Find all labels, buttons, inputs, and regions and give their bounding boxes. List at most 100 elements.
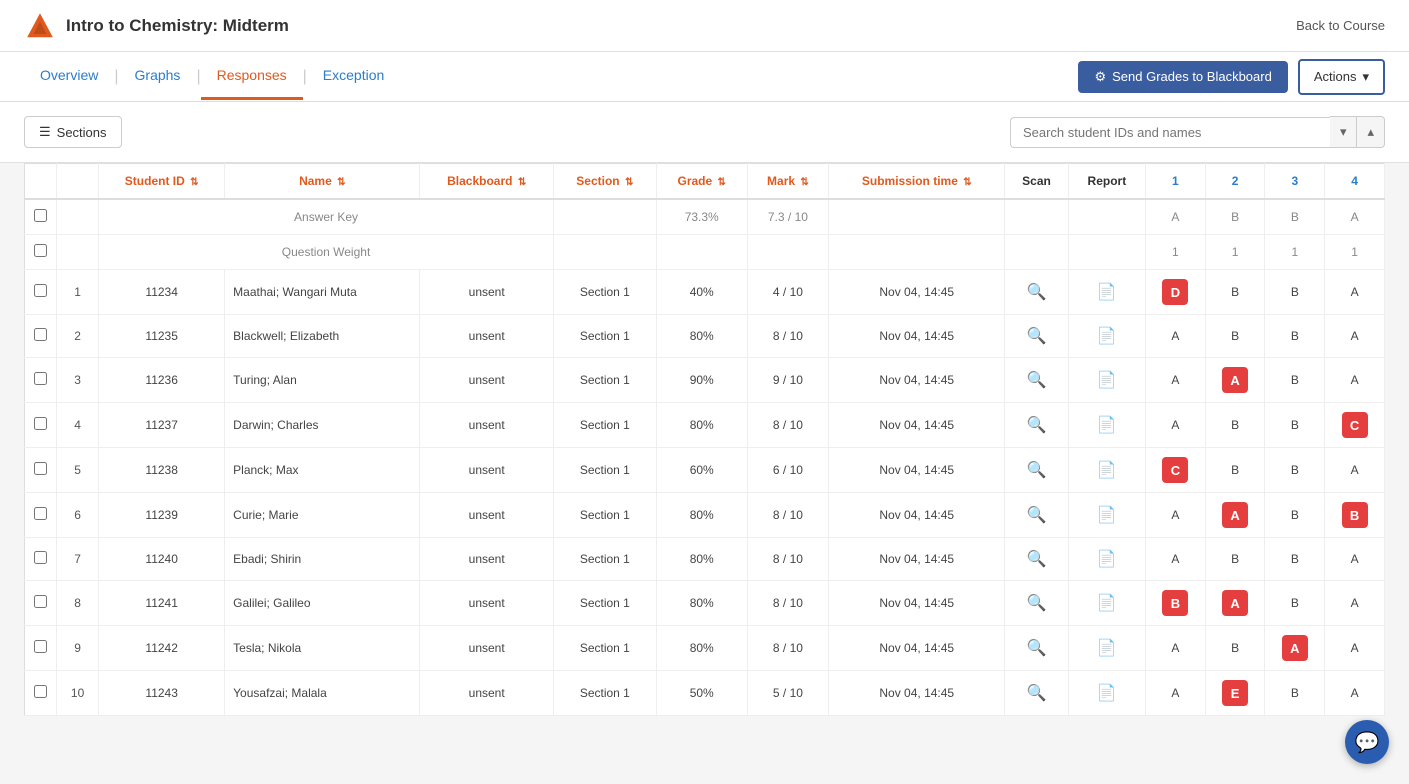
row-grade: 80% xyxy=(656,538,747,581)
chat-widget-button[interactable]: 💬 xyxy=(1345,720,1389,764)
grade-cell: B xyxy=(1231,552,1239,566)
report-button[interactable]: 📄 xyxy=(1093,636,1121,660)
search-clear-button[interactable]: ▴ xyxy=(1357,116,1385,148)
sort-icon: ⇅ xyxy=(718,177,726,188)
scan-button[interactable]: 🔍 xyxy=(1023,413,1051,437)
scan-button[interactable]: 🔍 xyxy=(1023,324,1051,348)
row-checkbox[interactable] xyxy=(34,328,47,341)
row-report[interactable]: 📄 xyxy=(1068,448,1145,493)
header-name[interactable]: Name ⇅ xyxy=(225,164,420,200)
row-checkbox[interactable] xyxy=(34,372,47,385)
actions-dropdown-button[interactable]: Actions ▾ xyxy=(1298,59,1385,95)
tab-graphs[interactable]: Graphs xyxy=(119,53,197,100)
row-scan[interactable]: 🔍 xyxy=(1005,626,1068,671)
grade-cell-highlight: A xyxy=(1222,367,1248,393)
scan-button[interactable]: 🔍 xyxy=(1023,368,1051,392)
row-scan[interactable]: 🔍 xyxy=(1005,403,1068,448)
row-q1: A xyxy=(1146,358,1206,403)
row-report[interactable]: 📄 xyxy=(1068,538,1145,581)
header-section[interactable]: Section ⇅ xyxy=(553,164,656,200)
header-checkbox-cell xyxy=(25,164,57,200)
sections-button[interactable]: ☰ Sections xyxy=(24,116,122,148)
table-row: 5 11238 Planck; Max unsent Section 1 60%… xyxy=(25,448,1385,493)
row-q4: A xyxy=(1325,448,1385,493)
row-student-id: 11237 xyxy=(99,403,225,448)
row-report[interactable]: 📄 xyxy=(1068,358,1145,403)
grade-cell: B xyxy=(1231,285,1239,299)
back-to-course-link[interactable]: Back to Course xyxy=(1296,18,1385,33)
row-q3: B xyxy=(1265,358,1325,403)
send-grades-button[interactable]: ⚙ Send Grades to Blackboard xyxy=(1078,61,1287,93)
grade-cell: B xyxy=(1291,552,1299,566)
scan-button[interactable]: 🔍 xyxy=(1023,503,1051,527)
row-q4: B xyxy=(1325,493,1385,538)
header-q4: 4 xyxy=(1325,164,1385,200)
row-blackboard: unsent xyxy=(420,358,553,403)
report-button[interactable]: 📄 xyxy=(1093,368,1121,392)
header-mark[interactable]: Mark ⇅ xyxy=(747,164,829,200)
question-weight-checkbox[interactable] xyxy=(34,244,47,257)
search-input[interactable] xyxy=(1010,117,1330,148)
row-report[interactable]: 📄 xyxy=(1068,403,1145,448)
row-checkbox[interactable] xyxy=(34,417,47,430)
row-name: Tesla; Nikola xyxy=(225,626,420,671)
scan-button[interactable]: 🔍 xyxy=(1023,547,1051,571)
row-scan[interactable]: 🔍 xyxy=(1005,671,1068,716)
report-button[interactable]: 📄 xyxy=(1093,681,1121,705)
answer-key-q2: B xyxy=(1205,199,1265,235)
row-report[interactable]: 📄 xyxy=(1068,671,1145,716)
header-grade[interactable]: Grade ⇅ xyxy=(656,164,747,200)
row-report[interactable]: 📄 xyxy=(1068,270,1145,315)
row-num: 4 xyxy=(57,403,99,448)
row-scan[interactable]: 🔍 xyxy=(1005,581,1068,626)
report-button[interactable]: 📄 xyxy=(1093,591,1121,615)
row-checkbox[interactable] xyxy=(34,284,47,297)
row-report[interactable]: 📄 xyxy=(1068,626,1145,671)
row-scan[interactable]: 🔍 xyxy=(1005,493,1068,538)
report-button[interactable]: 📄 xyxy=(1093,458,1121,482)
row-mark: 8 / 10 xyxy=(747,538,829,581)
row-blackboard: unsent xyxy=(420,315,553,358)
report-button[interactable]: 📄 xyxy=(1093,324,1121,348)
report-button[interactable]: 📄 xyxy=(1093,503,1121,527)
scan-button[interactable]: 🔍 xyxy=(1023,591,1051,615)
row-scan[interactable]: 🔍 xyxy=(1005,448,1068,493)
header-q1: 1 xyxy=(1146,164,1206,200)
row-checkbox[interactable] xyxy=(34,640,47,653)
report-button[interactable]: 📄 xyxy=(1093,547,1121,571)
row-checkbox[interactable] xyxy=(34,462,47,475)
scan-button[interactable]: 🔍 xyxy=(1023,681,1051,705)
grade-cell: B xyxy=(1291,686,1299,700)
row-q3: B xyxy=(1265,538,1325,581)
report-button[interactable]: 📄 xyxy=(1093,280,1121,304)
search-dropdown-button[interactable]: ▾ xyxy=(1330,116,1358,148)
row-scan[interactable]: 🔍 xyxy=(1005,270,1068,315)
scan-button[interactable]: 🔍 xyxy=(1023,636,1051,660)
row-checkbox[interactable] xyxy=(34,551,47,564)
row-scan[interactable]: 🔍 xyxy=(1005,358,1068,403)
row-q3: B xyxy=(1265,315,1325,358)
header-student-id[interactable]: Student ID ⇅ xyxy=(99,164,225,200)
scan-button[interactable]: 🔍 xyxy=(1023,280,1051,304)
report-button[interactable]: 📄 xyxy=(1093,413,1121,437)
row-report[interactable]: 📄 xyxy=(1068,493,1145,538)
row-grade: 80% xyxy=(656,315,747,358)
header-blackboard[interactable]: Blackboard ⇅ xyxy=(420,164,553,200)
row-report[interactable]: 📄 xyxy=(1068,315,1145,358)
row-num: 8 xyxy=(57,581,99,626)
row-report[interactable]: 📄 xyxy=(1068,581,1145,626)
row-scan[interactable]: 🔍 xyxy=(1005,538,1068,581)
weight-q4: 1 xyxy=(1325,235,1385,270)
tab-exception[interactable]: Exception xyxy=(307,53,400,100)
header-submission-time[interactable]: Submission time ⇅ xyxy=(829,164,1005,200)
row-checkbox[interactable] xyxy=(34,685,47,698)
tab-responses[interactable]: Responses xyxy=(201,53,303,100)
row-scan[interactable]: 🔍 xyxy=(1005,315,1068,358)
row-checkbox[interactable] xyxy=(34,507,47,520)
tab-overview[interactable]: Overview xyxy=(24,53,114,100)
row-checkbox[interactable] xyxy=(34,595,47,608)
grade-cell: A xyxy=(1351,329,1359,343)
scan-button[interactable]: 🔍 xyxy=(1023,458,1051,482)
row-mark: 8 / 10 xyxy=(747,315,829,358)
answer-key-checkbox[interactable] xyxy=(34,209,47,222)
